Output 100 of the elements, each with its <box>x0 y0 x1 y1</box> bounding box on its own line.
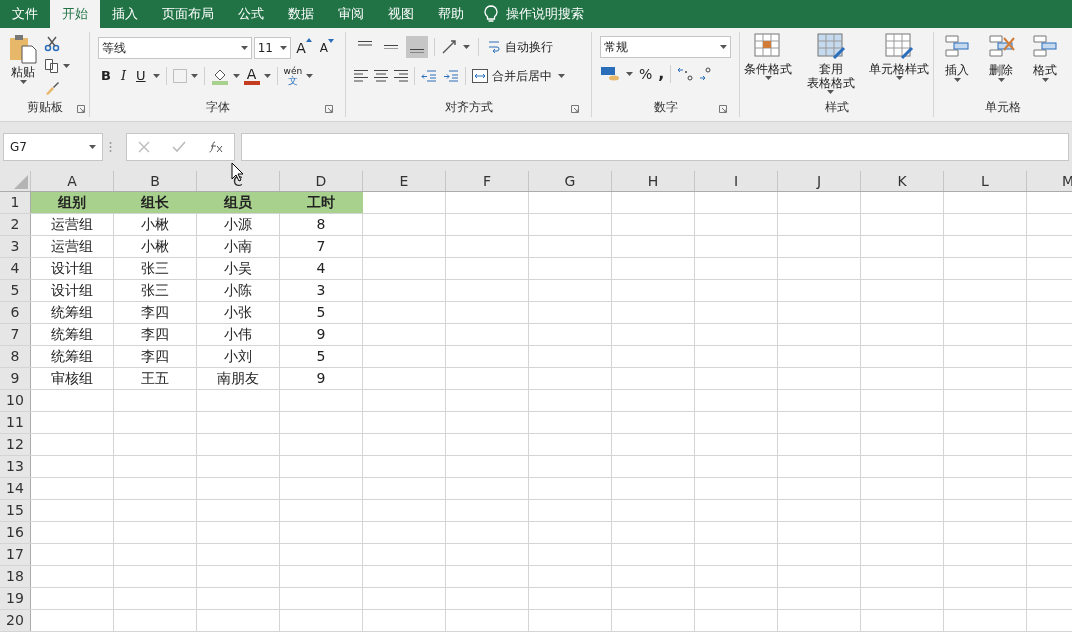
font-name-field[interactable]: 等线 <box>98 37 252 59</box>
italic-button[interactable]: I <box>117 66 130 86</box>
ribbon-tab[interactable]: 插入 <box>100 0 150 28</box>
row-header[interactable]: 7 <box>0 324 31 345</box>
ribbon-tab[interactable]: 帮助 <box>426 0 476 28</box>
fill-color-icon[interactable] <box>210 67 229 85</box>
table-cell-text: 8 <box>316 215 326 234</box>
column-header[interactable]: I <box>695 171 778 191</box>
tell-me-search[interactable]: 操作说明搜索 <box>506 4 584 24</box>
column-header[interactable]: A <box>31 171 114 191</box>
row-header[interactable]: 19 <box>0 588 31 609</box>
column-header[interactable]: B <box>114 171 197 191</box>
cells-button[interactable]: 插入 <box>940 32 974 82</box>
align-center-icon <box>374 70 388 82</box>
orientation-icon[interactable] <box>441 39 459 55</box>
table-cell-text: 统筹组 <box>51 303 93 322</box>
row-header[interactable]: 2 <box>0 214 31 235</box>
row-header[interactable]: 8 <box>0 346 31 367</box>
row-header[interactable]: 17 <box>0 544 31 565</box>
row-header[interactable]: 9 <box>0 368 31 389</box>
scissors-icon[interactable] <box>44 36 60 52</box>
ribbon-tab[interactable]: 视图 <box>376 0 426 28</box>
table-cell-text: 小楸 <box>141 215 169 234</box>
column-header[interactable]: L <box>944 171 1027 191</box>
caret-icon <box>232 74 240 78</box>
function-icon[interactable] <box>208 140 223 153</box>
check-icon[interactable] <box>172 140 187 153</box>
ribbon-tab[interactable]: 公式 <box>226 0 276 28</box>
row-header[interactable]: 11 <box>0 412 31 433</box>
font-color-button[interactable]: A <box>243 67 260 85</box>
column-header[interactable]: E <box>363 171 446 191</box>
comma-button[interactable]: , <box>658 62 665 86</box>
table-cell-text: 小张 <box>224 303 252 322</box>
caret-icon <box>558 74 565 78</box>
font-size-field[interactable]: 11 <box>253 37 292 59</box>
column-header[interactable]: D <box>280 171 363 191</box>
caret-icon <box>240 46 248 50</box>
merge-center-button[interactable]: 合并后居中 <box>472 67 552 85</box>
row-header[interactable]: 6 <box>0 302 31 323</box>
ribbon-tab[interactable]: 文件 <box>0 0 50 28</box>
dialog-launcher-icon[interactable] <box>325 105 333 113</box>
wrap-text-icon <box>487 39 501 55</box>
percent-button[interactable]: % <box>639 63 653 85</box>
column-header[interactable]: F <box>446 171 529 191</box>
row-header[interactable]: 1 <box>0 192 31 213</box>
increase-font-button[interactable]: A <box>293 37 315 59</box>
increase-indent-icon[interactable] <box>443 69 459 83</box>
row-header[interactable]: 3 <box>0 236 31 257</box>
bold-button[interactable]: B <box>98 66 114 86</box>
dialog-launcher-icon[interactable] <box>719 105 727 113</box>
column-header[interactable]: M <box>1027 171 1072 191</box>
caret-icon <box>152 74 160 78</box>
style-button[interactable]: 套用 表格格式 <box>806 32 855 94</box>
copy-icon[interactable] <box>44 58 60 74</box>
name-box[interactable]: G7 <box>3 132 103 161</box>
ribbon-tab[interactable]: 数据 <box>276 0 326 28</box>
column-header[interactable]: K <box>861 171 944 191</box>
ribbon-tab[interactable]: 审阅 <box>326 0 376 28</box>
row-header[interactable]: 13 <box>0 456 31 477</box>
corner-triangle-icon <box>14 175 28 189</box>
decrease-font-button[interactable]: A <box>316 39 337 57</box>
ribbon-tab[interactable]: 开始 <box>50 0 100 28</box>
vertical-align-button[interactable] <box>406 36 428 58</box>
underline-button[interactable]: U <box>133 66 149 86</box>
row-header[interactable]: 15 <box>0 500 31 521</box>
dialog-launcher-icon[interactable] <box>77 105 85 113</box>
decrease-indent-icon[interactable] <box>421 69 437 83</box>
column-header[interactable]: G <box>529 171 612 191</box>
cells-button[interactable]: 删除 <box>984 32 1018 82</box>
row-header[interactable]: 5 <box>0 280 31 301</box>
wrap-text-button[interactable]: 自动换行 <box>487 38 553 56</box>
dialog-launcher-icon[interactable] <box>571 105 579 113</box>
row-header[interactable]: 4 <box>0 258 31 279</box>
formula-field[interactable] <box>241 132 1069 161</box>
caret-icon <box>720 45 727 49</box>
ribbon-tab[interactable]: 页面布局 <box>150 0 226 28</box>
currency-icon[interactable] <box>600 66 620 82</box>
column-header[interactable]: J <box>778 171 861 191</box>
table-cell-text: 4 <box>316 259 326 278</box>
format-painter-icon[interactable] <box>44 80 60 96</box>
row-header[interactable]: 12 <box>0 434 31 455</box>
style-button[interactable]: 单元格样式 <box>869 32 929 80</box>
row-header[interactable]: 16 <box>0 522 31 543</box>
table-cell-text: 统筹组 <box>51 347 93 366</box>
paste-button[interactable]: 粘贴 <box>8 34 38 84</box>
row-header[interactable]: 14 <box>0 478 31 499</box>
row-header[interactable]: 10 <box>0 390 31 411</box>
group-label: 样式 <box>824 99 849 116</box>
table-cell-text: 张三 <box>141 281 169 300</box>
group-label: 字体 <box>205 99 230 116</box>
cells-button[interactable]: 格式 <box>1028 32 1062 82</box>
column-header[interactable]: H <box>612 171 695 191</box>
number-format-field[interactable]: 常规 <box>600 36 731 58</box>
table-cell-text: 李四 <box>141 303 169 322</box>
row-header[interactable]: 20 <box>0 610 31 631</box>
increase-decimal-icon[interactable] <box>677 66 694 82</box>
row-header[interactable]: 18 <box>0 566 31 587</box>
style-button[interactable]: 条件格式 <box>744 32 792 80</box>
phonetic-button[interactable]: wén 文 <box>283 66 303 86</box>
table-cell-text: 小伟 <box>224 325 252 344</box>
